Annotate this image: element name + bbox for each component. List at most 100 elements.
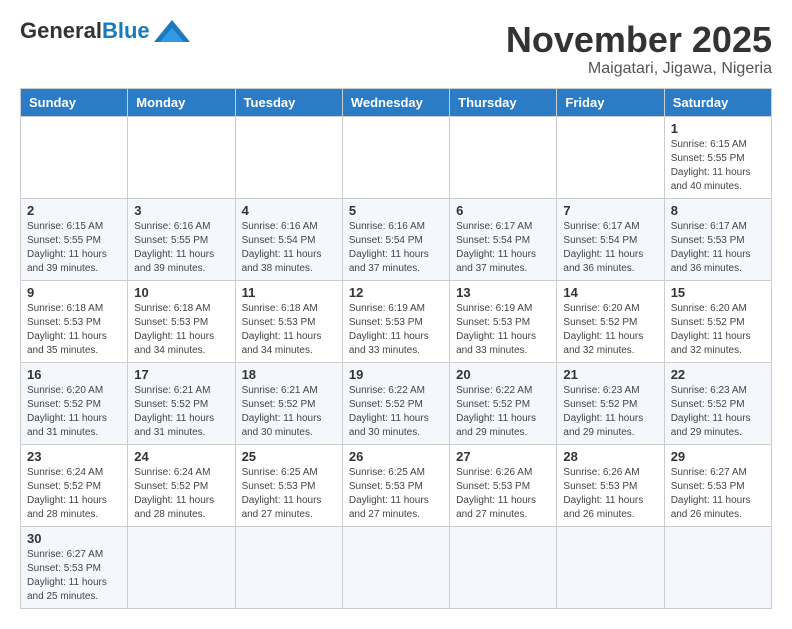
day-info: Sunrise: 6:26 AM Sunset: 5:53 PM Dayligh… <box>563 466 657 522</box>
calendar-week-row: 1 Sunrise: 6:15 AM Sunset: 5:55 PM Daylig… <box>21 116 772 198</box>
day-number: 7 <box>563 203 657 218</box>
logo-general: General <box>20 18 102 43</box>
day-number: 3 <box>134 203 228 218</box>
day-info: Sunrise: 6:22 AM Sunset: 5:52 PM Dayligh… <box>349 384 443 440</box>
day-info: Sunrise: 6:17 AM Sunset: 5:53 PM Dayligh… <box>671 220 765 276</box>
calendar-cell: 4 Sunrise: 6:16 AM Sunset: 5:54 PM Daylig… <box>235 198 342 280</box>
day-info: Sunrise: 6:27 AM Sunset: 5:53 PM Dayligh… <box>671 466 765 522</box>
calendar-cell: 1 Sunrise: 6:15 AM Sunset: 5:55 PM Daylig… <box>664 116 771 198</box>
calendar-cell: 30 Sunrise: 6:27 AM Sunset: 5:53 PM Dayli… <box>21 526 128 608</box>
calendar-cell <box>342 526 449 608</box>
day-info: Sunrise: 6:24 AM Sunset: 5:52 PM Dayligh… <box>134 466 228 522</box>
calendar-cell: 21Sunrise: 6:23 AM Sunset: 5:52 PM Dayli… <box>557 362 664 444</box>
day-number: 21 <box>563 367 657 382</box>
calendar-cell: 20Sunrise: 6:22 AM Sunset: 5:52 PM Dayli… <box>450 362 557 444</box>
calendar-cell: 25 Sunrise: 6:25 AM Sunset: 5:53 PM Dayli… <box>235 444 342 526</box>
day-number: 23 <box>27 449 121 464</box>
day-info: Sunrise: 6:18 AM Sunset: 5:53 PM Dayligh… <box>27 302 121 358</box>
day-info: Sunrise: 6:26 AM Sunset: 5:53 PM Dayligh… <box>456 466 550 522</box>
day-number: 4 <box>242 203 336 218</box>
day-info: Sunrise: 6:22 AM Sunset: 5:52 PM Dayligh… <box>456 384 550 440</box>
calendar-week-row: 30 Sunrise: 6:27 AM Sunset: 5:53 PM Dayli… <box>21 526 772 608</box>
day-number: 2 <box>27 203 121 218</box>
day-info: Sunrise: 6:18 AM Sunset: 5:53 PM Dayligh… <box>242 302 336 358</box>
weekday-header-wednesday: Wednesday <box>342 88 449 116</box>
weekday-header-sunday: Sunday <box>21 88 128 116</box>
day-number: 13 <box>456 285 550 300</box>
day-info: Sunrise: 6:20 AM Sunset: 5:52 PM Dayligh… <box>563 302 657 358</box>
logo-text: GeneralBlue <box>20 20 150 42</box>
day-info: Sunrise: 6:17 AM Sunset: 5:54 PM Dayligh… <box>563 220 657 276</box>
day-number: 14 <box>563 285 657 300</box>
day-number: 22 <box>671 367 765 382</box>
calendar-cell: 23 Sunrise: 6:24 AM Sunset: 5:52 PM Dayli… <box>21 444 128 526</box>
weekday-header-thursday: Thursday <box>450 88 557 116</box>
day-number: 30 <box>27 531 121 546</box>
calendar-cell: 7 Sunrise: 6:17 AM Sunset: 5:54 PM Daylig… <box>557 198 664 280</box>
day-info: Sunrise: 6:21 AM Sunset: 5:52 PM Dayligh… <box>134 384 228 440</box>
calendar-cell: 10 Sunrise: 6:18 AM Sunset: 5:53 PM Dayli… <box>128 280 235 362</box>
day-number: 27 <box>456 449 550 464</box>
day-number: 10 <box>134 285 228 300</box>
day-number: 17 <box>134 367 228 382</box>
calendar-cell <box>21 116 128 198</box>
day-info: Sunrise: 6:27 AM Sunset: 5:53 PM Dayligh… <box>27 548 121 604</box>
calendar-cell: 24Sunrise: 6:24 AM Sunset: 5:52 PM Dayli… <box>128 444 235 526</box>
day-number: 19 <box>349 367 443 382</box>
day-number: 1 <box>671 121 765 136</box>
calendar-cell <box>450 526 557 608</box>
weekday-header-tuesday: Tuesday <box>235 88 342 116</box>
calendar-cell: 26 Sunrise: 6:25 AM Sunset: 5:53 PM Dayli… <box>342 444 449 526</box>
day-number: 26 <box>349 449 443 464</box>
day-info: Sunrise: 6:17 AM Sunset: 5:54 PM Dayligh… <box>456 220 550 276</box>
calendar-cell <box>235 526 342 608</box>
calendar-cell: 27 Sunrise: 6:26 AM Sunset: 5:53 PM Dayli… <box>450 444 557 526</box>
calendar-cell: 5Sunrise: 6:16 AM Sunset: 5:54 PM Daylig… <box>342 198 449 280</box>
calendar-cell: 3 Sunrise: 6:16 AM Sunset: 5:55 PM Daylig… <box>128 198 235 280</box>
calendar-cell <box>557 116 664 198</box>
calendar-cell: 19 Sunrise: 6:22 AM Sunset: 5:52 PM Dayli… <box>342 362 449 444</box>
calendar-table: SundayMondayTuesdayWednesdayThursdayFrid… <box>20 88 772 609</box>
day-info: Sunrise: 6:24 AM Sunset: 5:52 PM Dayligh… <box>27 466 121 522</box>
day-info: Sunrise: 6:16 AM Sunset: 5:54 PM Dayligh… <box>349 220 443 276</box>
calendar-cell: 12Sunrise: 6:19 AM Sunset: 5:53 PM Dayli… <box>342 280 449 362</box>
calendar-cell: 8 Sunrise: 6:17 AM Sunset: 5:53 PM Daylig… <box>664 198 771 280</box>
day-info: Sunrise: 6:19 AM Sunset: 5:53 PM Dayligh… <box>349 302 443 358</box>
day-info: Sunrise: 6:16 AM Sunset: 5:54 PM Dayligh… <box>242 220 336 276</box>
logo-icon <box>154 20 190 42</box>
calendar-cell: 29 Sunrise: 6:27 AM Sunset: 5:53 PM Dayli… <box>664 444 771 526</box>
day-info: Sunrise: 6:16 AM Sunset: 5:55 PM Dayligh… <box>134 220 228 276</box>
calendar-cell: 16Sunrise: 6:20 AM Sunset: 5:52 PM Dayli… <box>21 362 128 444</box>
calendar-cell: 9Sunrise: 6:18 AM Sunset: 5:53 PM Daylig… <box>21 280 128 362</box>
day-info: Sunrise: 6:18 AM Sunset: 5:53 PM Dayligh… <box>134 302 228 358</box>
day-info: Sunrise: 6:25 AM Sunset: 5:53 PM Dayligh… <box>242 466 336 522</box>
calendar-cell: 22Sunrise: 6:23 AM Sunset: 5:52 PM Dayli… <box>664 362 771 444</box>
calendar-cell <box>342 116 449 198</box>
calendar-cell: 18Sunrise: 6:21 AM Sunset: 5:52 PM Dayli… <box>235 362 342 444</box>
calendar-cell: 14 Sunrise: 6:20 AM Sunset: 5:52 PM Dayli… <box>557 280 664 362</box>
calendar-week-row: 23 Sunrise: 6:24 AM Sunset: 5:52 PM Dayli… <box>21 444 772 526</box>
logo-blue: Blue <box>102 18 150 43</box>
calendar-cell: 15Sunrise: 6:20 AM Sunset: 5:52 PM Dayli… <box>664 280 771 362</box>
day-number: 8 <box>671 203 765 218</box>
day-number: 28 <box>563 449 657 464</box>
day-info: Sunrise: 6:25 AM Sunset: 5:53 PM Dayligh… <box>349 466 443 522</box>
calendar-cell <box>557 526 664 608</box>
calendar-cell: 2 Sunrise: 6:15 AM Sunset: 5:55 PM Daylig… <box>21 198 128 280</box>
day-number: 6 <box>456 203 550 218</box>
day-number: 29 <box>671 449 765 464</box>
location: Maigatari, Jigawa, Nigeria <box>506 60 772 78</box>
day-info: Sunrise: 6:21 AM Sunset: 5:52 PM Dayligh… <box>242 384 336 440</box>
weekday-header-friday: Friday <box>557 88 664 116</box>
day-info: Sunrise: 6:15 AM Sunset: 5:55 PM Dayligh… <box>671 138 765 194</box>
month-title: November 2025 <box>506 20 772 60</box>
day-number: 15 <box>671 285 765 300</box>
day-number: 25 <box>242 449 336 464</box>
day-number: 11 <box>242 285 336 300</box>
day-info: Sunrise: 6:15 AM Sunset: 5:55 PM Dayligh… <box>27 220 121 276</box>
day-info: Sunrise: 6:19 AM Sunset: 5:53 PM Dayligh… <box>456 302 550 358</box>
weekday-header-row: SundayMondayTuesdayWednesdayThursdayFrid… <box>21 88 772 116</box>
calendar-cell <box>128 526 235 608</box>
calendar-cell <box>235 116 342 198</box>
calendar-cell: 13 Sunrise: 6:19 AM Sunset: 5:53 PM Dayli… <box>450 280 557 362</box>
